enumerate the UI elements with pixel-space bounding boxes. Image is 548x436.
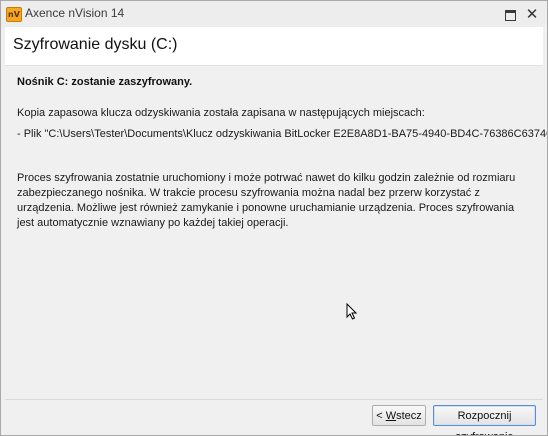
- backup-info-text: Kopia zapasowa klucza odzyskiwania zosta…: [17, 107, 425, 119]
- back-button[interactable]: < Wstecz: [372, 405, 426, 426]
- footer-divider: [5, 399, 543, 400]
- process-info-text: Proces szyfrowania zostatnie uruchomiony…: [17, 172, 516, 229]
- back-button-mnemonic: W: [385, 410, 397, 422]
- app-window: nV Axence nVision 14 ✕ Szyfrowanie dysku…: [0, 0, 548, 436]
- title-bar[interactable]: nV Axence nVision 14 ✕: [1, 1, 547, 27]
- backup-path-text: - Plik "C:\Users\Tester\Documents\Klucz …: [17, 128, 548, 140]
- mouse-cursor-icon: [346, 303, 358, 320]
- wizard-header: Szyfrowanie dysku (C:): [5, 27, 543, 66]
- start-encryption-button[interactable]: Rozpocznij szyfrowanie: [433, 405, 536, 435]
- window-title: Axence nVision 14: [25, 6, 125, 20]
- status-heading: Nośnik C: zostanie zaszyfrowany.: [17, 76, 193, 88]
- close-icon[interactable]: ✕: [522, 4, 542, 24]
- app-icon: nV: [6, 7, 22, 22]
- back-button-rest: stecz: [396, 410, 422, 422]
- back-button-prefix: <: [376, 410, 386, 422]
- maximize-icon[interactable]: [500, 4, 520, 24]
- page-title: Szyfrowanie dysku (C:): [13, 36, 178, 53]
